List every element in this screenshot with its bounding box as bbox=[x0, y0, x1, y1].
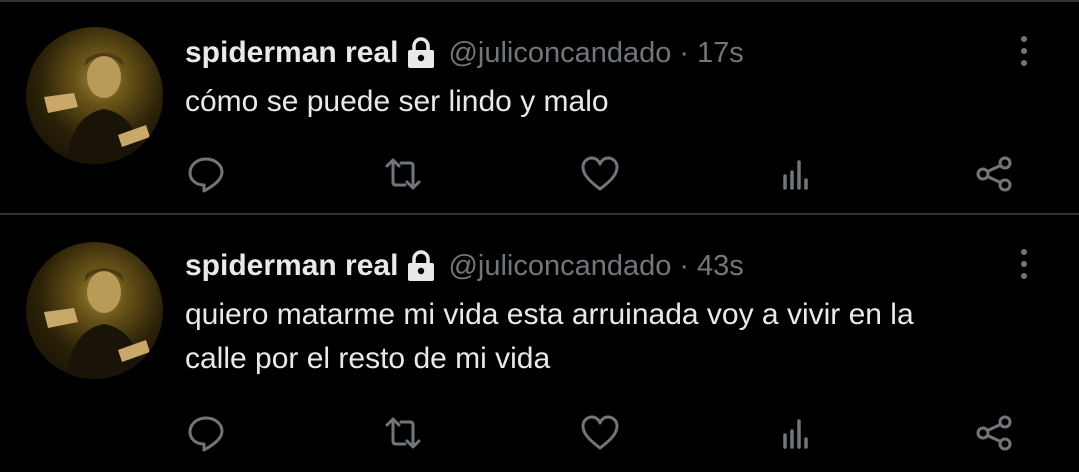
avatar[interactable] bbox=[26, 27, 163, 164]
heart-icon[interactable] bbox=[578, 411, 622, 455]
tweet-text: quiero matarme mi vida esta arruinada vo… bbox=[185, 293, 1045, 381]
separator-dot: · bbox=[679, 36, 690, 69]
tweet-header: spiderman real @juliconcandado · 43s bbox=[185, 246, 744, 286]
tweet-text-line: cómo se puede ser lindo y malo bbox=[185, 85, 609, 118]
timestamp[interactable]: 17s bbox=[697, 37, 744, 70]
user-handle[interactable]: @juliconcandado bbox=[448, 37, 671, 70]
user-handle[interactable]: @juliconcandado bbox=[448, 250, 671, 283]
display-name[interactable]: spiderman real bbox=[185, 249, 398, 283]
reply-icon[interactable] bbox=[184, 152, 228, 196]
retweet-icon[interactable] bbox=[381, 411, 425, 455]
share-icon[interactable] bbox=[972, 411, 1016, 455]
tweet-divider bbox=[0, 213, 1079, 215]
tweet-text-line: quiero matarme mi vida esta arruinada vo… bbox=[185, 298, 914, 331]
display-name[interactable]: spiderman real bbox=[185, 36, 398, 70]
heart-icon[interactable] bbox=[578, 152, 622, 196]
top-divider bbox=[0, 0, 1079, 2]
separator-dot: · bbox=[679, 249, 690, 282]
analytics-icon[interactable] bbox=[775, 411, 819, 455]
share-icon[interactable] bbox=[972, 152, 1016, 196]
tweet-text-line: calle por el resto de mi vida bbox=[185, 342, 551, 375]
lock-icon bbox=[406, 37, 436, 69]
reply-icon[interactable] bbox=[184, 411, 228, 455]
retweet-icon[interactable] bbox=[381, 152, 425, 196]
timestamp[interactable]: 43s bbox=[697, 250, 744, 283]
tweet-text: cómo se puede ser lindo y malo bbox=[185, 80, 1045, 124]
more-vertical-icon[interactable] bbox=[1010, 244, 1038, 284]
tweet-header: spiderman real @juliconcandado · 17s bbox=[185, 33, 744, 73]
avatar[interactable] bbox=[26, 242, 163, 379]
more-vertical-icon[interactable] bbox=[1010, 31, 1038, 71]
lock-icon bbox=[406, 250, 436, 282]
analytics-icon[interactable] bbox=[775, 152, 819, 196]
